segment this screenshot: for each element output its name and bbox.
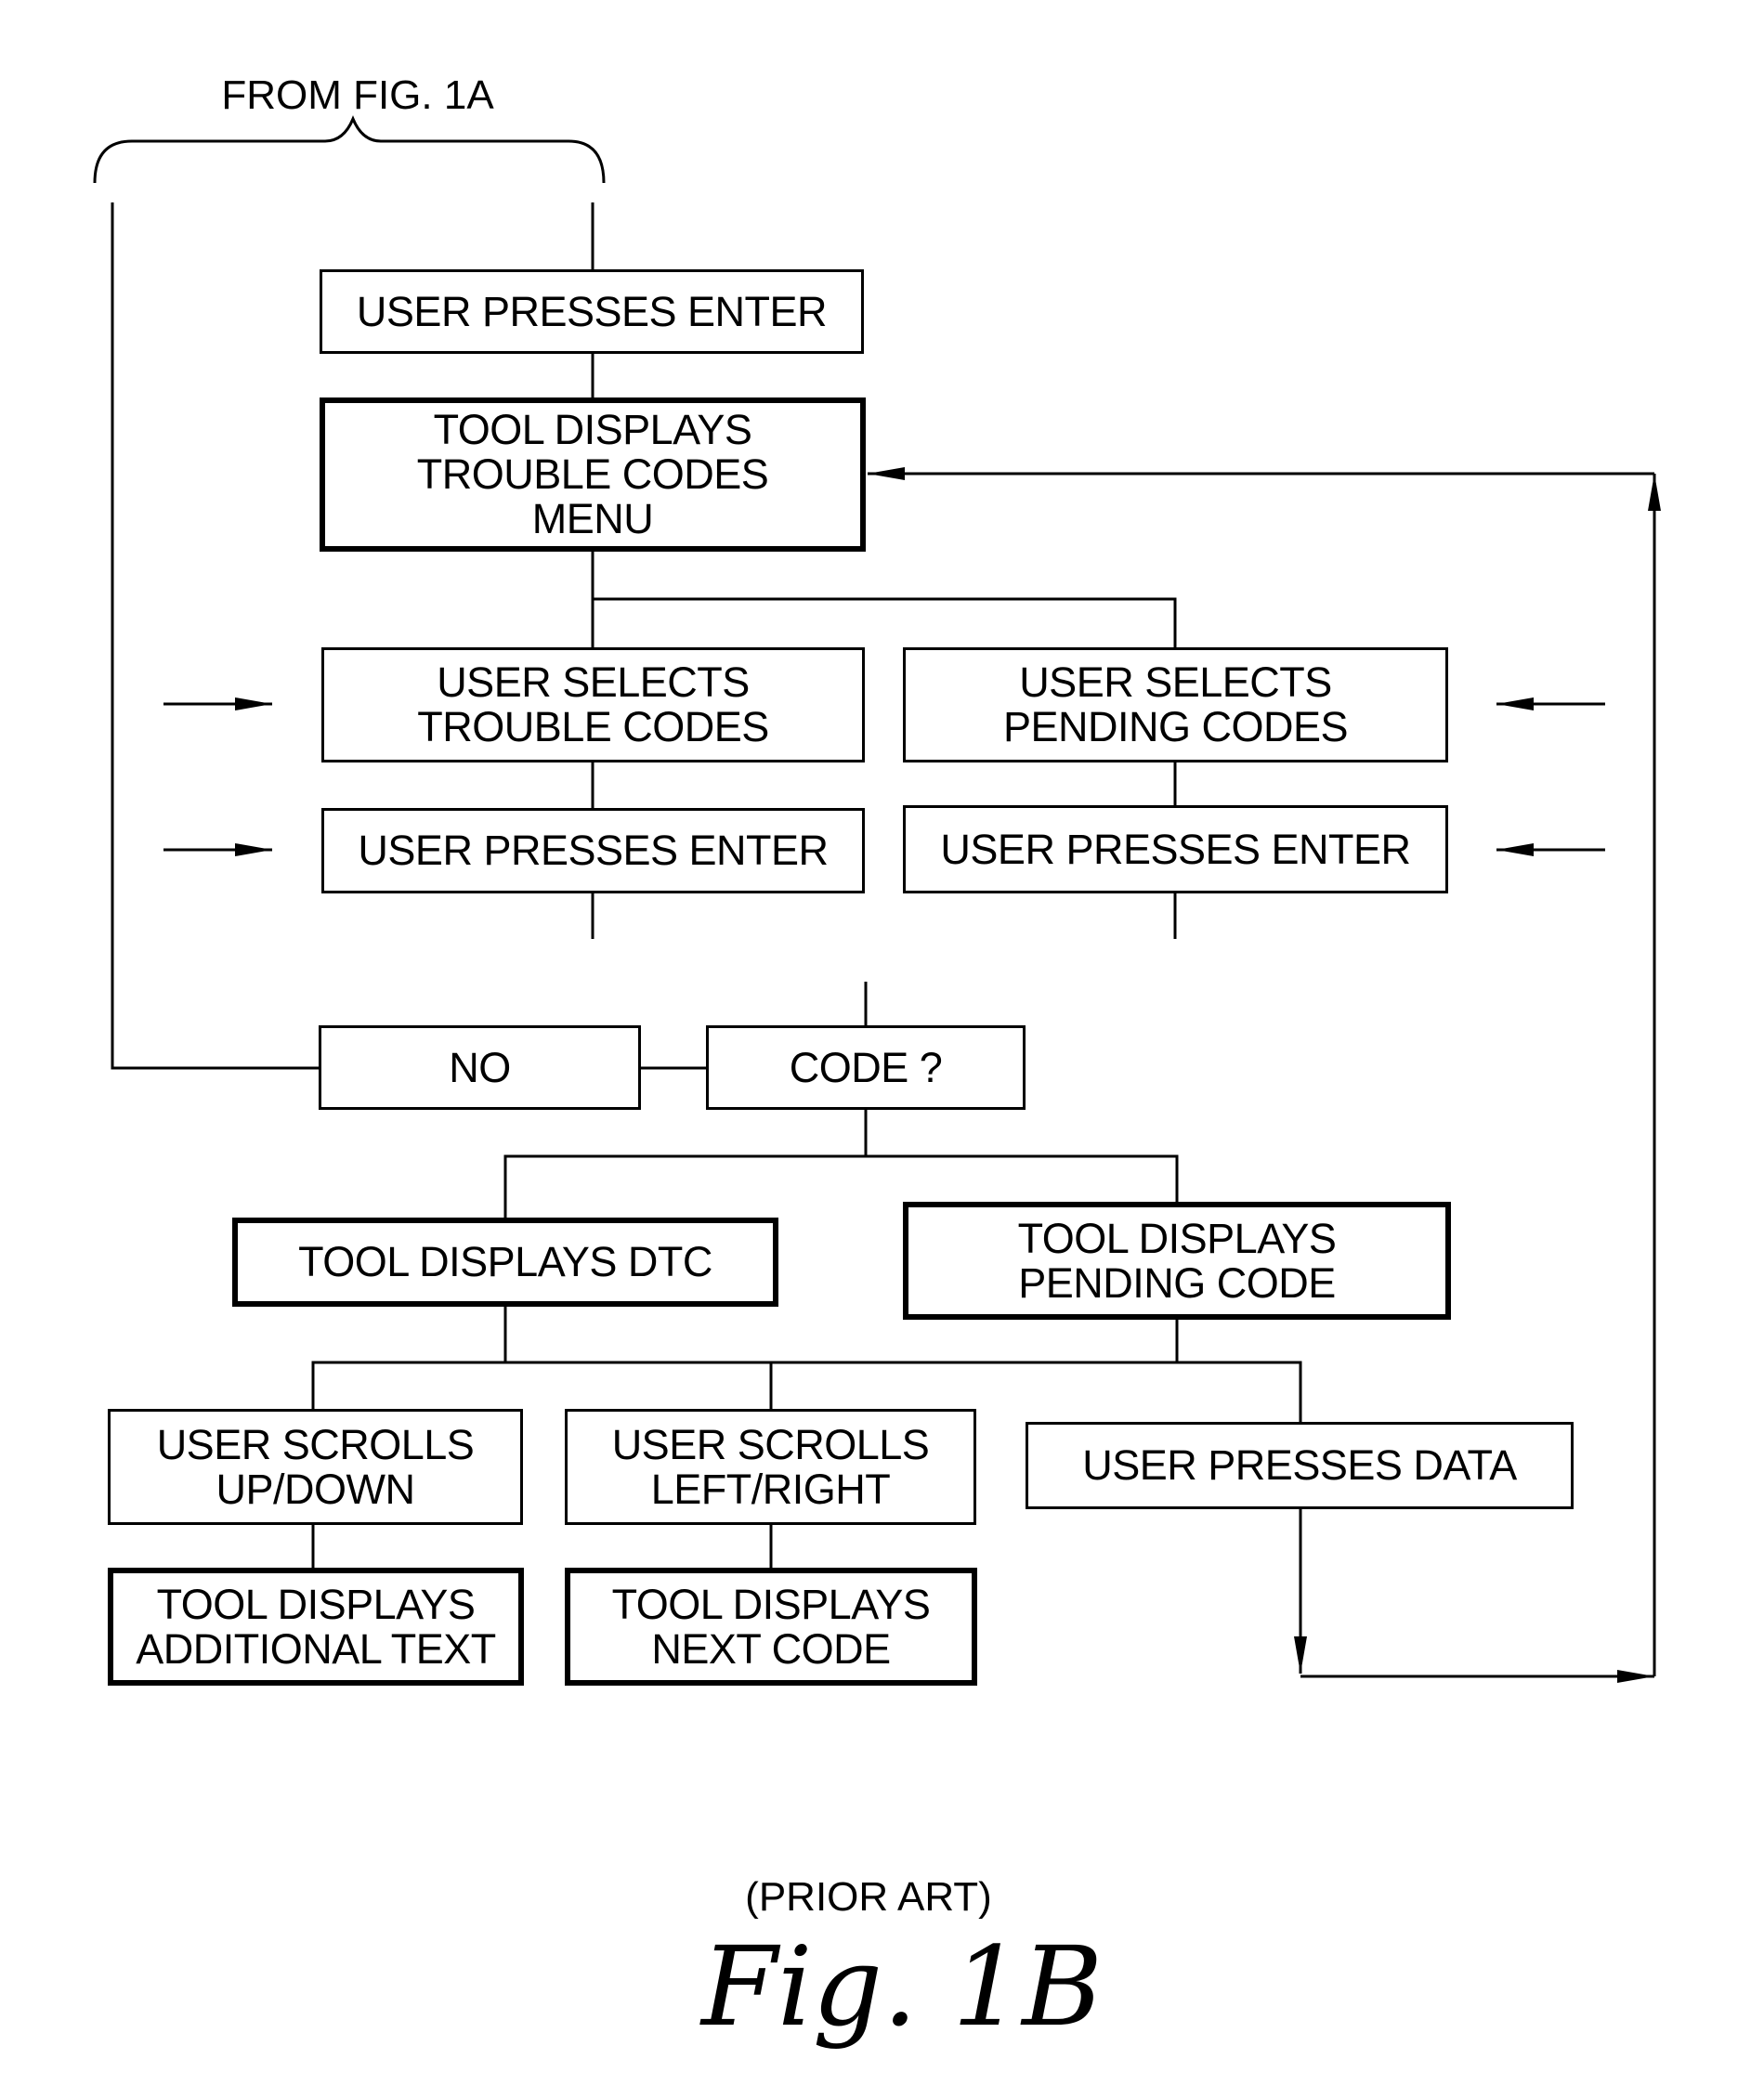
- node-text: TOOL DISPLAYS TROUBLE CODES MENU: [416, 406, 769, 542]
- node-text: NO: [449, 1043, 511, 1091]
- brace-from-fig-1a: [93, 115, 606, 184]
- line-menu-branch-right: [593, 597, 1177, 647]
- node-select-pending-codes: USER SELECTS PENDING CODES: [903, 647, 1448, 762]
- node-no: NO: [319, 1025, 641, 1110]
- node-text: CODE ?: [789, 1043, 943, 1091]
- from-fig-label: FROM FIG. 1A: [221, 72, 494, 118]
- node-text: USER PRESSES ENTER: [356, 287, 828, 335]
- node-additional-text: TOOL DISPLAYS ADDITIONAL TEXT: [108, 1568, 524, 1686]
- node-text: TOOL DISPLAYS NEXT CODE: [611, 1580, 931, 1673]
- node-text: USER SCROLLS UP/DOWN: [156, 1420, 475, 1513]
- node-text: TOOL DISPLAYS PENDING CODE: [1017, 1214, 1337, 1307]
- node-scroll-left-right: USER SCROLLS LEFT/RIGHT: [565, 1409, 976, 1525]
- node-text: USER PRESSES ENTER: [358, 827, 829, 874]
- prior-art-label: (PRIOR ART): [745, 1874, 992, 1920]
- node-next-code: TOOL DISPLAYS NEXT CODE: [565, 1568, 977, 1686]
- line-no-return: [111, 202, 319, 1070]
- node-user-presses-enter-top: USER PRESSES ENTER: [320, 269, 864, 354]
- node-text: USER SELECTS TROUBLE CODES: [417, 658, 769, 750]
- node-code-decision: CODE ?: [706, 1025, 1026, 1110]
- figure-caption: Fig. 1B: [701, 1922, 1103, 2051]
- node-text: USER SELECTS PENDING CODES: [1002, 658, 1349, 750]
- node-enter-trouble: USER PRESSES ENTER: [321, 808, 865, 893]
- node-trouble-codes-menu: TOOL DISPLAYS TROUBLE CODES MENU: [320, 397, 866, 552]
- node-text: TOOL DISPLAYS ADDITIONAL TEXT: [136, 1580, 496, 1673]
- node-enter-pending: USER PRESSES ENTER: [903, 805, 1448, 893]
- node-presses-data: USER PRESSES DATA: [1026, 1422, 1574, 1509]
- node-text: TOOL DISPLAYS DTC: [298, 1238, 712, 1285]
- node-displays-pending-code: TOOL DISPLAYS PENDING CODE: [903, 1202, 1451, 1320]
- node-select-trouble-codes: USER SELECTS TROUBLE CODES: [321, 647, 865, 762]
- node-text: USER SCROLLS LEFT/RIGHT: [611, 1420, 930, 1513]
- node-displays-dtc: TOOL DISPLAYS DTC: [232, 1218, 778, 1307]
- node-text: USER PRESSES ENTER: [940, 825, 1411, 873]
- node-scroll-up-down: USER SCROLLS UP/DOWN: [108, 1409, 523, 1525]
- node-text: USER PRESSES DATA: [1082, 1441, 1517, 1489]
